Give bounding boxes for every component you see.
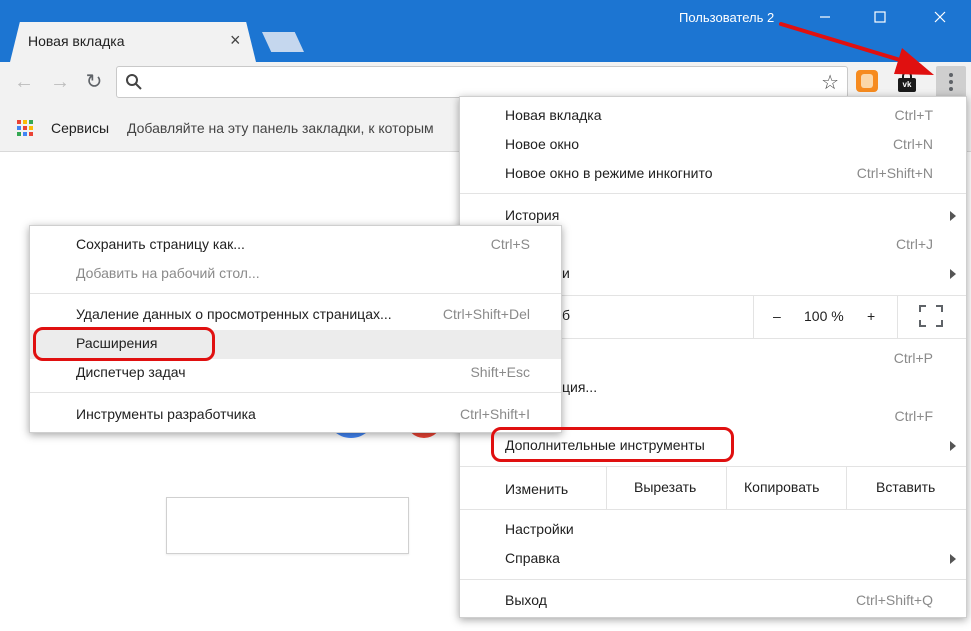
copy-button[interactable]: Копировать (744, 479, 819, 495)
submenu-item-clear-data[interactable]: Удаление данных о просмотренных страница… (30, 301, 561, 330)
back-arrow-icon[interactable]: ← (10, 69, 38, 97)
menu-item-help[interactable]: Справка (460, 545, 966, 574)
menu-separator (460, 579, 966, 580)
menu-item-new-window[interactable]: Новое окно Ctrl+N (460, 131, 966, 160)
menu-item-exit[interactable]: Выход Ctrl+Shift+Q (460, 587, 966, 616)
extension-icon[interactable] (856, 70, 878, 92)
minimize-icon[interactable] (805, 8, 845, 30)
tab-title: Новая вкладка (28, 33, 125, 49)
menu-separator (460, 509, 966, 510)
paste-button[interactable]: Вставить (876, 479, 935, 495)
menu-item-settings[interactable]: Настройки (460, 516, 966, 545)
vk-unlock-extension-icon[interactable]: vk (896, 70, 920, 94)
apps-grid-icon[interactable] (17, 120, 33, 136)
menu-separator (30, 293, 561, 294)
submenu-arrow-icon (950, 211, 956, 221)
menu-separator (460, 466, 966, 467)
chrome-menu-icon[interactable] (936, 66, 966, 98)
reload-icon[interactable]: ↻ (80, 69, 108, 97)
zoom-out-button[interactable]: – (773, 308, 781, 324)
fullscreen-icon[interactable] (919, 305, 943, 330)
close-icon[interactable] (920, 8, 960, 30)
submenu-item-save-page[interactable]: Сохранить страницу как... Ctrl+S (30, 231, 561, 260)
menu-item-incognito[interactable]: Новое окно в режиме инкогнито Ctrl+Shift+… (460, 160, 966, 189)
annotation-highlight-extensions (33, 327, 215, 361)
zoom-in-button[interactable]: + (867, 308, 875, 324)
search-icon (125, 73, 143, 94)
menu-item-new-tab[interactable]: Новая вкладка Ctrl+T (460, 102, 966, 131)
bookmarks-hint: Добавляйте на эту панель закладки, к кот… (127, 120, 434, 136)
profile-name-label[interactable]: Пользователь 2 (679, 10, 774, 25)
submenu-arrow-icon (950, 269, 956, 279)
cut-button[interactable]: Вырезать (634, 479, 696, 495)
annotation-highlight-more-tools (491, 427, 734, 462)
zoom-level: 100 % (804, 308, 844, 324)
submenu-arrow-icon (950, 441, 956, 451)
submenu-item-dev-tools[interactable]: Инструменты разработчика Ctrl+Shift+I (30, 401, 561, 430)
menu-separator (460, 193, 966, 194)
submenu-arrow-icon (950, 554, 956, 564)
maximize-icon[interactable] (860, 8, 900, 30)
bookmark-services[interactable]: Сервисы (51, 120, 109, 136)
menu-edit-label: Изменить (505, 481, 569, 497)
bookmark-star-icon[interactable]: ☆ (821, 70, 839, 95)
page-search-box[interactable] (166, 497, 409, 554)
tab-close-icon[interactable]: × (230, 31, 241, 49)
submenu-item-task-manager[interactable]: Диспетчер задач Shift+Esc (30, 359, 561, 388)
submenu-item-add-to-desktop: Добавить на рабочий стол... (76, 265, 260, 281)
menu-separator (30, 392, 561, 393)
address-bar[interactable]: ☆ (116, 66, 848, 98)
forward-arrow-icon[interactable]: → (46, 69, 74, 97)
